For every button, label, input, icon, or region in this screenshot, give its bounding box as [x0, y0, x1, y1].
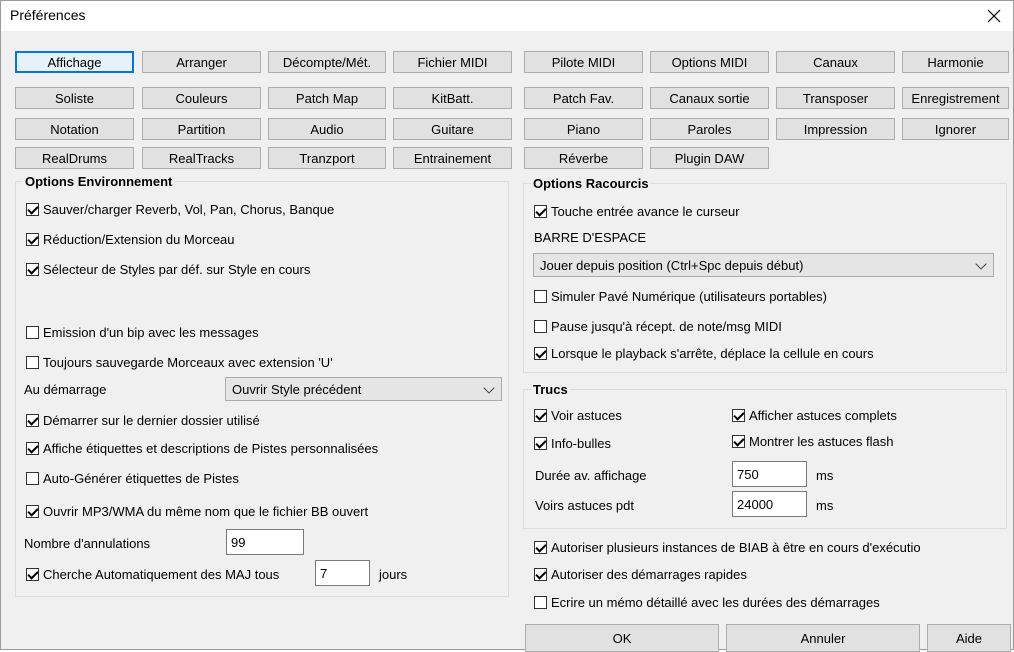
checkbox[interactable]	[26, 568, 39, 581]
dialog-title: Préférences	[10, 7, 86, 23]
tips-duration-label: Voirs astuces pdt	[535, 498, 634, 513]
tab-d-compte-m-t[interactable]: Décompte/Mét.	[268, 51, 386, 73]
checkbox[interactable]	[26, 414, 39, 427]
checkbox[interactable]	[26, 326, 39, 339]
tab-arranger[interactable]: Arranger	[142, 51, 261, 73]
checkbox[interactable]	[534, 320, 547, 333]
tab-partition[interactable]: Partition	[142, 118, 261, 140]
checkbox[interactable]	[534, 437, 547, 450]
undo-count-field[interactable]: 99	[226, 529, 304, 555]
env-check-save-u[interactable]: Toujours sauvegarde Morceaux avec extens…	[26, 355, 333, 370]
tips-delay-field[interactable]: 750	[732, 461, 807, 487]
checkbox[interactable]	[26, 203, 39, 216]
check-enter-advances[interactable]: Touche entrée avance le curseur	[534, 204, 740, 219]
tab-r-verbe[interactable]: Réverbe	[524, 147, 643, 169]
env-check-beep[interactable]: Emission d'un bip avec les messages	[26, 325, 259, 340]
check-flash-tips[interactable]: Montrer les astuces flash	[732, 434, 894, 449]
cancel-button[interactable]: Annuler	[726, 624, 920, 652]
tips-delay-unit: ms	[816, 468, 834, 483]
tab-affichage[interactable]: Affichage	[15, 51, 134, 73]
checkbox[interactable]	[534, 347, 547, 360]
check-numpad[interactable]: Simuler Pavé Numérique (utilisateurs por…	[534, 289, 827, 304]
checkbox[interactable]	[534, 409, 547, 422]
check-pause-midi[interactable]: Pause jusqu'à récept. de note/msg MIDI	[534, 319, 782, 334]
update-days-unit: jours	[379, 567, 408, 582]
startup-select[interactable]: Ouvrir Style précédent	[225, 377, 502, 401]
checkbox[interactable]	[534, 541, 547, 554]
tab-tranzport[interactable]: Tranzport	[268, 147, 386, 169]
ok-button[interactable]: OK	[525, 624, 719, 652]
checkbox[interactable]	[732, 409, 745, 422]
chevron-down-icon	[975, 258, 987, 270]
tab-impression[interactable]: Impression	[776, 118, 895, 140]
tab-realdrums[interactable]: RealDrums	[15, 147, 134, 169]
tab-options-midi[interactable]: Options MIDI	[650, 51, 769, 73]
env-check-open-mp3[interactable]: Ouvrir MP3/WMA du même nom que le fichie…	[26, 504, 368, 519]
tips-duration-unit: ms	[816, 498, 834, 513]
close-icon	[987, 9, 1001, 23]
tab-transposer[interactable]: Transposer	[776, 87, 895, 109]
close-button[interactable]	[981, 3, 1007, 29]
checkbox[interactable]	[534, 290, 547, 303]
tab-realtracks[interactable]: RealTracks	[142, 147, 261, 169]
tab-ignorer[interactable]: Ignorer	[902, 118, 1009, 140]
tips-group-title: Trucs	[531, 382, 570, 397]
check-multi-instance[interactable]: Autoriser plusieurs instances de BIAB à …	[534, 540, 921, 555]
tab-couleurs[interactable]: Couleurs	[142, 87, 261, 109]
env-check-save-reverb[interactable]: Sauver/charger Reverb, Vol, Pan, Chorus,…	[26, 202, 334, 217]
tips-duration-field[interactable]: 24000	[732, 491, 807, 517]
env-check-track-labels[interactable]: Affiche étiquettes et descriptions de Pi…	[26, 441, 378, 456]
tab-plugin-daw[interactable]: Plugin DAW	[650, 147, 769, 169]
env-check-auto-update[interactable]: Cherche Automatiquement des MAJ tous	[26, 567, 279, 582]
env-group-title: Options Environnement	[23, 174, 175, 189]
check-fast-start[interactable]: Autoriser des démarrages rapides	[534, 567, 747, 582]
undo-label: Nombre d'annulations	[24, 536, 151, 551]
check-playback-stop[interactable]: Lorsque le playback s'arrête, déplace la…	[534, 346, 874, 361]
env-check-reduction[interactable]: Réduction/Extension du Morceau	[26, 232, 235, 247]
spacebar-select[interactable]: Jouer depuis position (Ctrl+Spc depuis d…	[533, 253, 994, 277]
tab-patch-fav[interactable]: Patch Fav.	[524, 87, 643, 109]
preferences-dialog: Préférences Affichage Arranger Décompte/Mé…	[0, 0, 1014, 652]
checkbox[interactable]	[26, 472, 39, 485]
checkbox[interactable]	[534, 596, 547, 609]
help-button[interactable]: Aide	[927, 624, 1011, 652]
tab-notation[interactable]: Notation	[15, 118, 134, 140]
tab-paroles[interactable]: Paroles	[650, 118, 769, 140]
env-check-style-selector[interactable]: Sélecteur de Styles par déf. sur Style e…	[26, 262, 310, 277]
checkbox[interactable]	[26, 356, 39, 369]
checkbox[interactable]	[26, 233, 39, 246]
tab-canaux-sortie[interactable]: Canaux sortie	[650, 87, 769, 109]
tab-fichier-midi[interactable]: Fichier MIDI	[393, 51, 512, 73]
chevron-down-icon	[483, 382, 495, 394]
checkbox[interactable]	[26, 442, 39, 455]
tab-soliste[interactable]: Soliste	[15, 87, 134, 109]
check-show-tips[interactable]: Voir astuces	[534, 408, 622, 423]
checkbox[interactable]	[26, 263, 39, 276]
env-check-last-folder[interactable]: Démarrer sur le dernier dossier utilisé	[26, 413, 260, 428]
tab-entrainement[interactable]: Entrainement	[393, 147, 512, 169]
update-days-field[interactable]: 7	[315, 560, 370, 586]
spacebar-label: BARRE D'ESPACE	[534, 230, 647, 245]
tab-audio[interactable]: Audio	[268, 118, 386, 140]
check-tooltips[interactable]: Info-bulles	[534, 436, 611, 451]
tab-piano[interactable]: Piano	[524, 118, 643, 140]
tab-patch-map[interactable]: Patch Map	[268, 87, 386, 109]
title-bar: Préférences	[1, 1, 1013, 31]
tab-enregistrement[interactable]: Enregistrement	[902, 87, 1009, 109]
check-startup-memo[interactable]: Ecrire un mémo détaillé avec les durées …	[534, 595, 880, 610]
checkbox[interactable]	[534, 205, 547, 218]
checkbox[interactable]	[534, 568, 547, 581]
tab-kitbatt[interactable]: KitBatt.	[393, 87, 512, 109]
tab-guitare[interactable]: Guitare	[393, 118, 512, 140]
tab-pilote-midi[interactable]: Pilote MIDI	[524, 51, 643, 73]
tab-harmonie[interactable]: Harmonie	[902, 51, 1009, 73]
shortcuts-group-title: Options Racourcis	[531, 176, 651, 191]
env-check-auto-labels[interactable]: Auto-Générer étiquettes de Pistes	[26, 471, 239, 486]
checkbox[interactable]	[732, 435, 745, 448]
check-full-tips[interactable]: Afficher astuces complets	[732, 408, 897, 423]
startup-label: Au démarrage	[24, 382, 107, 397]
tab-canaux[interactable]: Canaux	[776, 51, 895, 73]
checkbox[interactable]	[26, 505, 39, 518]
tips-delay-label: Durée av. affichage	[535, 468, 647, 483]
